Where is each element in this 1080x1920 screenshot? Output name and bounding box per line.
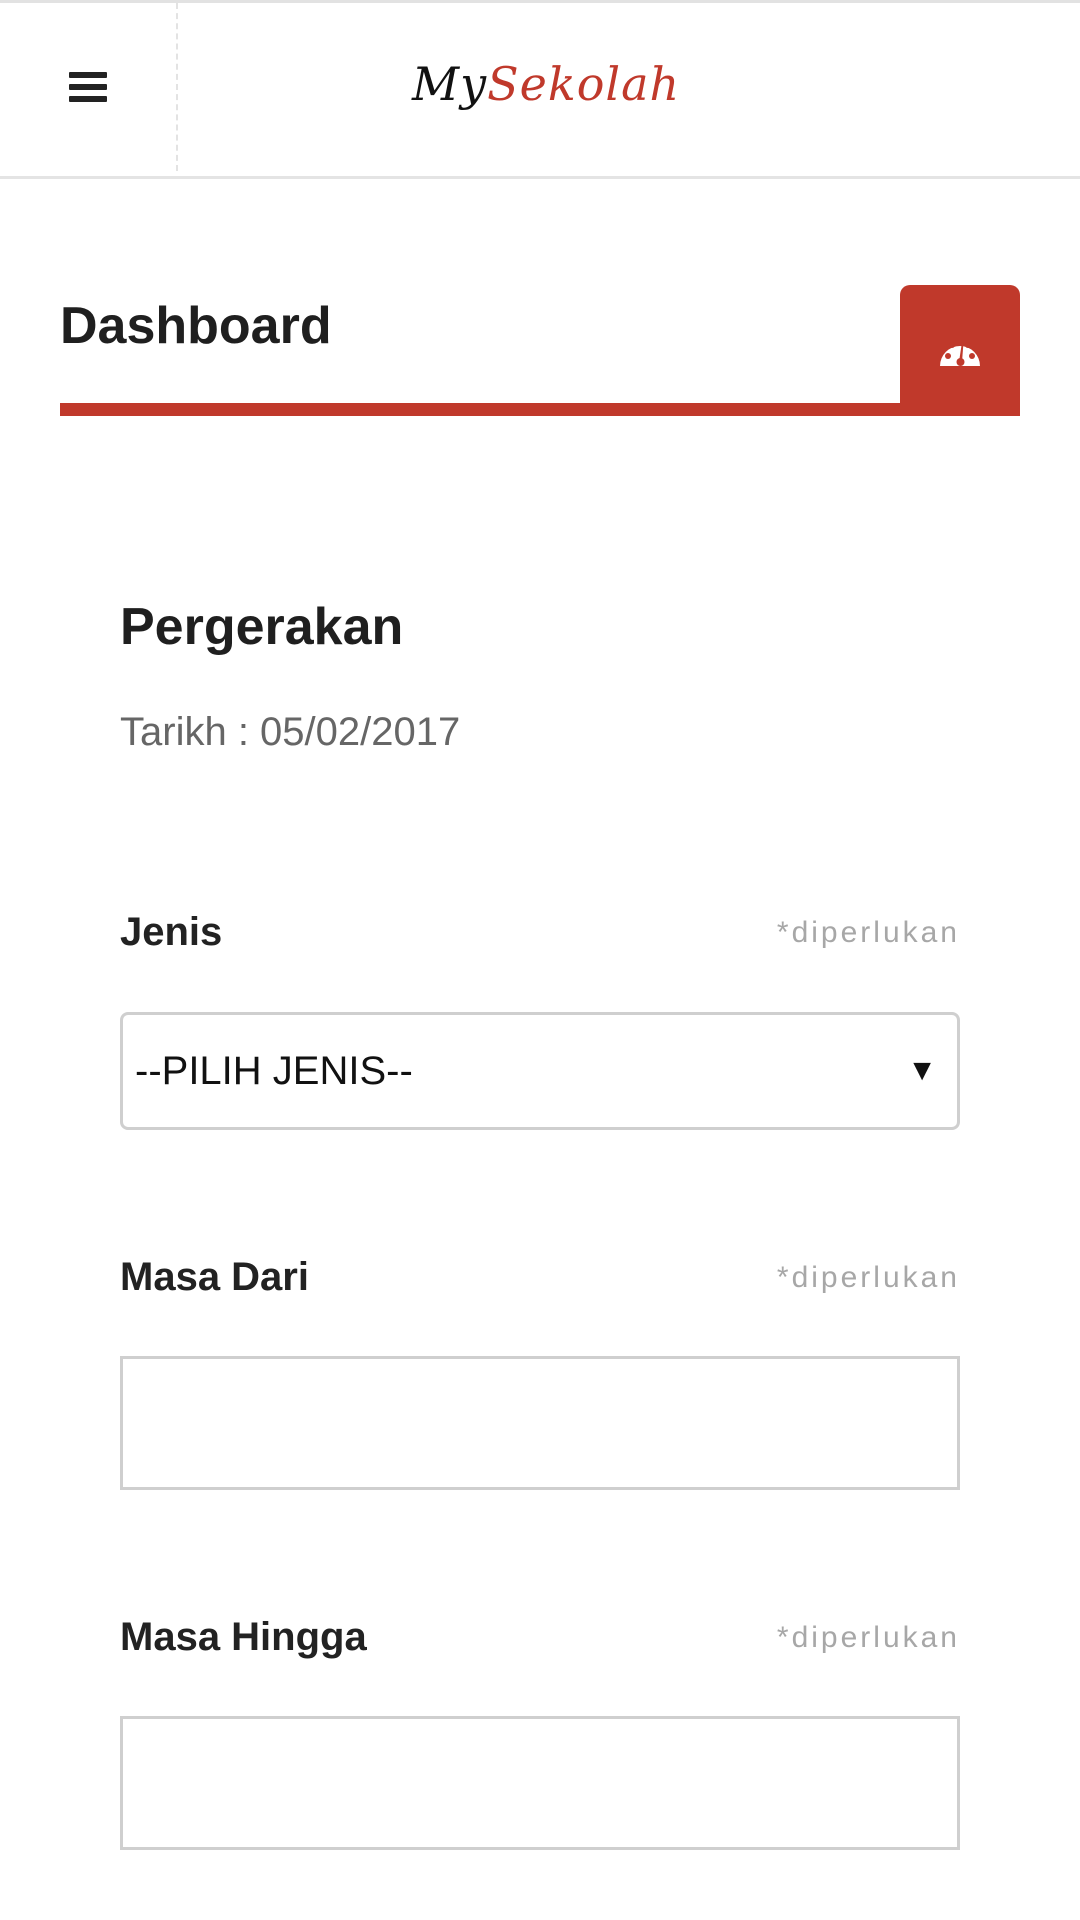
jenis-select-value: --PILIH JENIS-- [135,1048,413,1093]
dashboard-gauge-icon [940,341,980,366]
masa-hingga-input[interactable] [120,1716,960,1850]
jenis-select[interactable]: --PILIH JENIS-- ▼ [120,1012,960,1130]
title-underline [60,403,1020,416]
masa-dari-required-note: *diperlukan [776,1261,960,1294]
form-title: Pergerakan [120,598,404,656]
page-title: Dashboard [60,297,332,355]
masa-dari-input[interactable] [120,1356,960,1490]
chevron-down-icon: ▼ [907,1054,937,1087]
jenis-required-note: *diperlukan [776,916,960,949]
form-date: Tarikh : 05/02/2017 [120,710,461,754]
logo-sekolah-text: Sekolah [487,57,681,111]
hamburger-menu-icon [69,72,107,102]
page: My Sekolah Dashboard Pergerakan Tarikh : … [0,0,1080,1920]
masa-dari-label: Masa Dari [120,1255,309,1299]
menu-button[interactable] [0,3,178,171]
dashboard-badge-button[interactable] [900,285,1020,416]
jenis-label: Jenis [120,910,223,954]
app-header: My Sekolah [0,3,1080,179]
app-logo[interactable]: My Sekolah [412,57,680,117]
masa-hingga-label: Masa Hingga [120,1615,367,1659]
logo-my-text: My [412,57,488,111]
masa-hingga-required-note: *diperlukan [776,1621,960,1654]
